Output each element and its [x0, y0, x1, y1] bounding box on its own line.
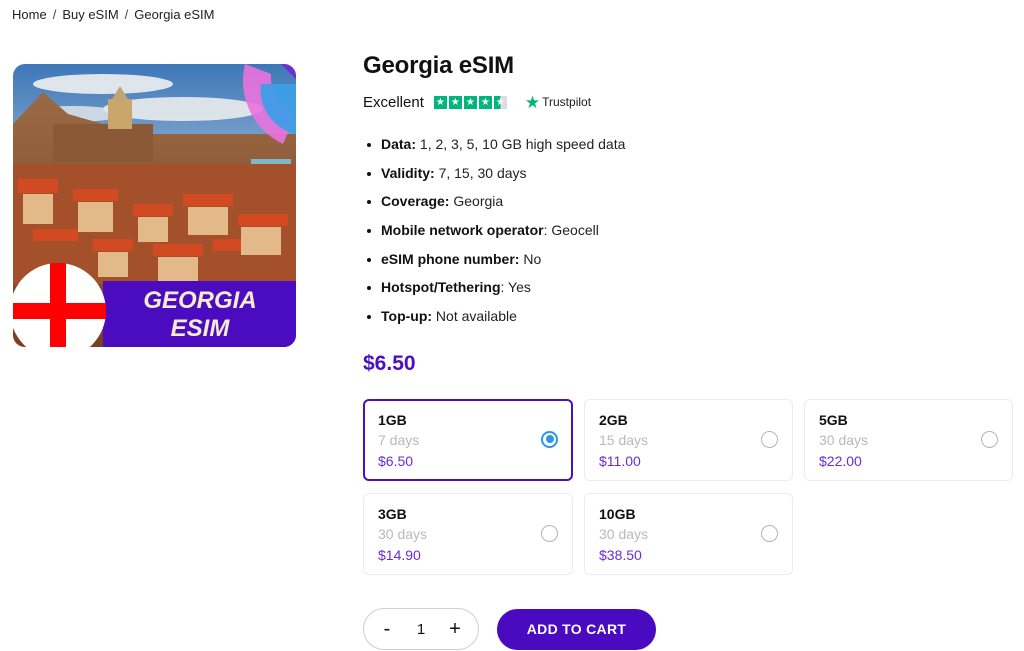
plan-price: $38.50 — [599, 546, 642, 563]
feature-value: 1, 2, 3, 5, 10 GB high speed data — [416, 136, 626, 152]
quantity-value[interactable]: 1 — [417, 621, 425, 638]
feature-value: : Geocell — [543, 222, 599, 239]
feature-value: : Yes — [500, 279, 531, 296]
feature-value: Georgia — [449, 193, 504, 210]
star-icon: ★ — [433, 95, 447, 109]
breadcrumb-buy-esim[interactable]: Buy eSIM — [62, 7, 118, 22]
plan-option-1gb[interactable]: 1GB 7 days $6.50 — [363, 398, 573, 481]
plan-validity: 30 days — [599, 525, 649, 542]
feature-label: Hotspot/Tethering — [381, 279, 501, 296]
plan-radio[interactable] — [761, 524, 778, 542]
plan-price: $22.00 — [819, 452, 862, 469]
breadcrumb-separator: / — [52, 7, 57, 22]
half-star-icon: ★ — [493, 95, 507, 109]
plan-data: 3GB — [378, 505, 407, 522]
cart-controls: - 1 + ADD TO CART — [363, 608, 656, 650]
product-image[interactable]: GEORGIA ESIM — [13, 64, 296, 347]
product-price: $6.50 — [363, 351, 416, 375]
feature-hotspot: Hotspot/Tethering: Yes — [363, 273, 1013, 302]
feature-value: Not available — [432, 308, 517, 325]
feature-label: Validity: — [381, 164, 435, 181]
quantity-stepper: - 1 + — [363, 608, 479, 650]
feature-value: 7, 15, 30 days — [434, 164, 527, 181]
plan-price: $11.00 — [599, 452, 641, 469]
feature-validity: Validity: 7, 15, 30 days — [363, 159, 1013, 188]
plan-radio[interactable] — [541, 430, 558, 448]
plan-option-5gb[interactable]: 5GB 30 days $22.00 — [804, 398, 1013, 481]
georgia-city-illustration: GEORGIA ESIM — [13, 64, 296, 347]
plan-option-10gb[interactable]: 10GB 30 days $38.50 — [584, 492, 793, 575]
rating-label: Excellent — [363, 93, 424, 111]
feature-data: Data: 1, 2, 3, 5, 10 GB high speed data — [363, 130, 1013, 159]
star-icon: ★ — [478, 95, 492, 109]
plan-price: $14.90 — [378, 546, 421, 563]
plan-data: 5GB — [819, 411, 848, 428]
plan-radio[interactable] — [761, 430, 778, 448]
increment-button[interactable]: + — [446, 618, 464, 641]
banner-line-2: ESIM — [171, 315, 231, 342]
trustpilot-wordmark: Trustpilot — [542, 95, 592, 109]
product-details: Georgia eSIM Excellent ★ ★ ★ ★ ★ ★ Trust… — [363, 50, 1013, 575]
decrement-button[interactable]: - — [378, 618, 396, 641]
banner-line-1: GEORGIA — [143, 287, 256, 314]
feature-value: No — [519, 250, 542, 267]
rating-stars: ★ ★ ★ ★ ★ — [433, 95, 507, 109]
feature-phone-number: eSIM phone number: No — [363, 245, 1013, 274]
trustpilot-logo: ★ Trustpilot — [525, 94, 591, 111]
feature-label: Coverage: — [381, 193, 450, 210]
plan-data: 10GB — [599, 505, 636, 522]
feature-label: eSIM phone number: — [381, 250, 520, 267]
feature-label: Top-up: — [381, 308, 433, 325]
plan-option-2gb[interactable]: 2GB 15 days $11.00 — [584, 398, 793, 481]
breadcrumb: Home / Buy eSIM / Georgia eSIM — [12, 7, 215, 22]
plan-validity: 15 days — [599, 431, 649, 448]
trustpilot-star-icon: ★ — [524, 92, 541, 112]
plan-validity: 30 days — [819, 431, 869, 448]
plan-validity: 30 days — [378, 525, 428, 542]
feature-label: Data: — [381, 136, 417, 152]
feature-coverage: Coverage: Georgia — [363, 187, 1013, 216]
star-icon: ★ — [463, 95, 477, 109]
plan-data: 1GB — [378, 411, 407, 428]
plan-option-3gb[interactable]: 3GB 30 days $14.90 — [363, 492, 573, 575]
plan-price: $6.50 — [378, 452, 414, 469]
trustpilot-rating[interactable]: Excellent ★ ★ ★ ★ ★ ★ Trustpilot — [363, 92, 1013, 112]
add-to-cart-button[interactable]: ADD TO CART — [497, 608, 656, 650]
feature-list: Data: 1, 2, 3, 5, 10 GB high speed data … — [363, 130, 1013, 331]
plan-data: 2GB — [599, 411, 628, 428]
feature-topup: Top-up: Not available — [363, 302, 1013, 331]
plan-options: 1GB 7 days $6.50 2GB 15 days $11.00 5GB … — [363, 398, 1013, 575]
breadcrumb-current: Georgia eSIM — [134, 7, 215, 22]
star-icon: ★ — [448, 95, 462, 109]
plan-validity: 7 days — [378, 431, 420, 448]
breadcrumb-home[interactable]: Home — [12, 7, 47, 22]
product-title: Georgia eSIM — [363, 52, 514, 79]
plan-radio[interactable] — [541, 524, 558, 542]
breadcrumb-separator: / — [124, 7, 129, 22]
plan-radio[interactable] — [981, 430, 998, 448]
feature-label: Mobile network operator — [381, 222, 544, 239]
feature-operator: Mobile network operator: Geocell — [363, 216, 1013, 245]
